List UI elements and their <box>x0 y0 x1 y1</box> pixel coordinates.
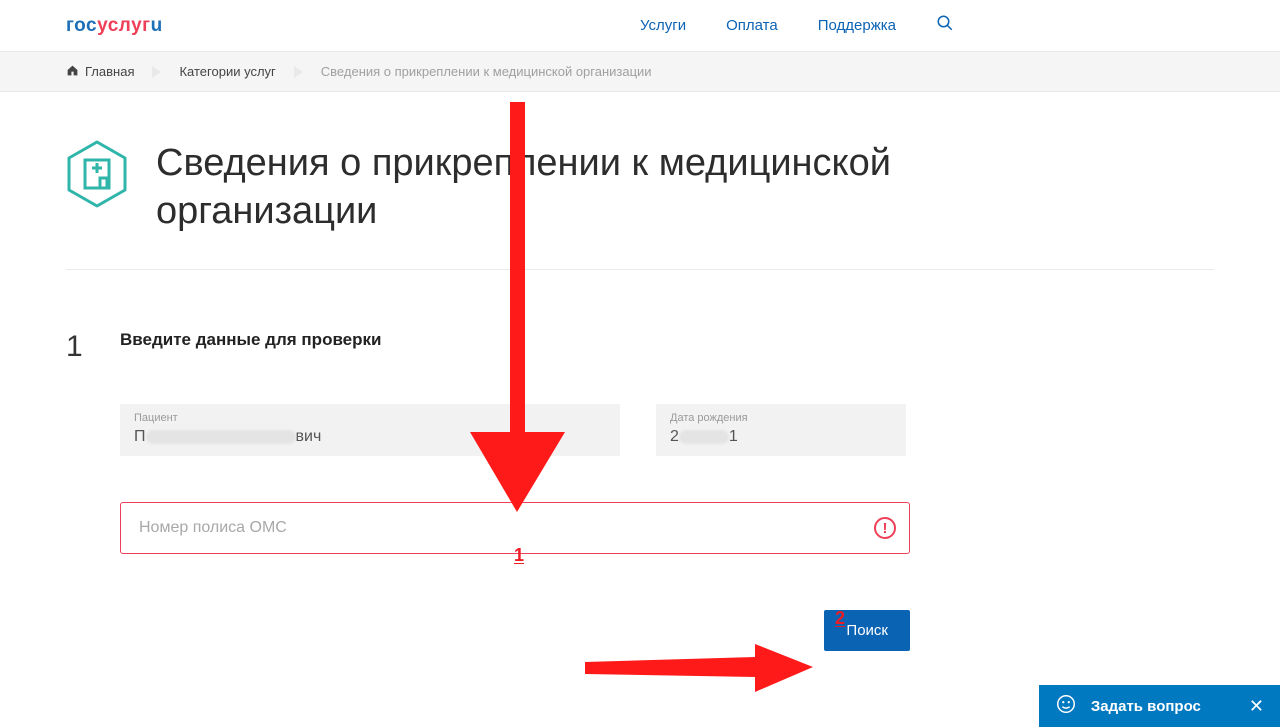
dob-value: 21 <box>670 428 892 446</box>
patient-field: Пациент Пвич <box>120 404 620 456</box>
patient-value: Пвич <box>134 428 606 446</box>
breadcrumb-current-label: Сведения о прикреплении к медицинской ор… <box>321 64 652 79</box>
oms-number-input[interactable] <box>120 502 910 554</box>
oms-input-wrap: ! <box>120 502 910 554</box>
dob-label: Дата рождения <box>670 412 892 424</box>
chat-face-icon <box>1055 693 1077 719</box>
annotation-arrow-2 <box>585 644 815 694</box>
search-button[interactable]: Поиск <box>824 610 910 651</box>
site-logo[interactable]: госуслугu <box>66 15 163 37</box>
breadcrumb-home[interactable]: Главная <box>66 64 134 80</box>
breadcrumb: Главная Категории услуг Сведения о прикр… <box>0 52 1280 92</box>
section-divider <box>66 269 1214 270</box>
page-title: Сведения о прикреплении к медицинской ор… <box>156 140 1056 235</box>
step-1: 1 Введите данные для проверки Пациент Пв… <box>66 330 1214 651</box>
top-nav: госуслугu Услуги Оплата Поддержка <box>0 0 1280 52</box>
dob-field: Дата рождения 21 <box>656 404 906 456</box>
step-number: 1 <box>66 330 86 364</box>
breadcrumb-categories[interactable]: Категории услуг <box>179 64 275 79</box>
service-hex-icon <box>66 140 128 208</box>
breadcrumb-home-label: Главная <box>85 64 134 79</box>
search-icon[interactable] <box>936 14 954 37</box>
nav-link-payment[interactable]: Оплата <box>726 17 778 34</box>
close-icon[interactable]: ✕ <box>1249 696 1264 717</box>
breadcrumb-separator <box>294 66 303 78</box>
page-content: Сведения о прикреплении к медицинской ор… <box>0 92 1280 651</box>
nav-link-services[interactable]: Услуги <box>640 17 686 34</box>
ask-question-widget[interactable]: Задать вопрос ✕ <box>1039 685 1280 727</box>
error-glyph: ! <box>883 520 888 537</box>
ask-question-label: Задать вопрос <box>1091 698 1201 715</box>
nav-links: Услуги Оплата Поддержка <box>640 14 954 37</box>
logo-part-3: u <box>151 15 163 37</box>
logo-part-1: гос <box>66 15 97 37</box>
breadcrumb-categories-label: Категории услуг <box>179 64 275 79</box>
breadcrumb-current: Сведения о прикреплении к медицинской ор… <box>321 64 652 79</box>
home-icon <box>66 64 79 80</box>
nav-link-support[interactable]: Поддержка <box>818 17 896 34</box>
step-title: Введите данные для проверки <box>120 330 1214 350</box>
error-icon: ! <box>874 517 896 539</box>
breadcrumb-separator <box>152 66 161 78</box>
patient-label: Пациент <box>134 412 606 424</box>
logo-part-2: услуг <box>97 15 150 37</box>
